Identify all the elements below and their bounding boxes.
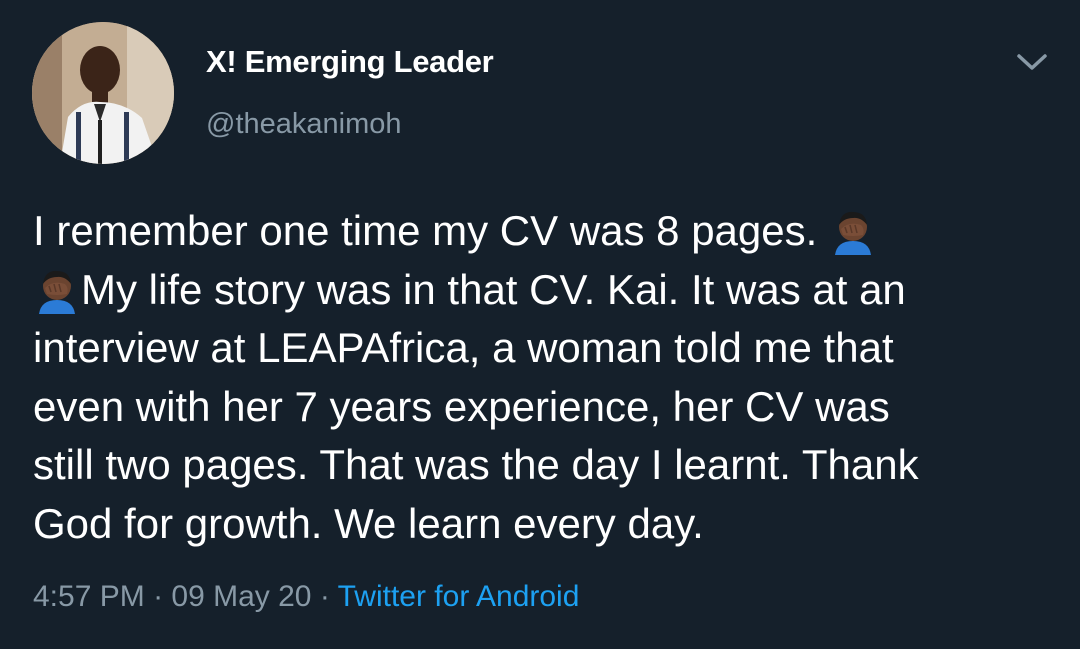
- avatar-photo: [32, 22, 174, 164]
- meta-separator: ·: [311, 580, 338, 613]
- tweet-text: I remember one time my CV was 8 pages. M…: [33, 202, 1063, 553]
- tweet-line-text: My life story was in that CV. Kai. It wa…: [81, 265, 906, 313]
- tweet-line-text: I remember one time my CV was 8 pages.: [33, 207, 829, 254]
- meta-separator: ·: [144, 580, 172, 613]
- tweet-line: My life story was in that CV. Kai. It wa…: [33, 261, 1063, 320]
- face-palm-emoji: [834, 211, 871, 255]
- tweet-line: God for growth. We learn every day.: [33, 499, 704, 547]
- display-name[interactable]: X! Emerging Leader: [206, 44, 494, 80]
- avatar[interactable]: [32, 22, 174, 164]
- tweet-time[interactable]: 4:57 PM: [33, 580, 145, 613]
- face-palm-emoji: [39, 270, 75, 314]
- user-handle[interactable]: @theakanimoh: [206, 108, 402, 141]
- tweet-line: I remember one time my CV was 8 pages.: [33, 202, 1063, 261]
- tweet-meta: 4:57 PM · 09 May 20 · Twitter for Androi…: [33, 580, 579, 614]
- tweet-line: still two pages. That was the day I lear…: [33, 441, 919, 488]
- tweet-line: even with her 7 years experience, her CV…: [33, 382, 890, 430]
- tweet-line: interview at LEAPAfrica, a woman told me…: [33, 324, 894, 371]
- tweet-source-link[interactable]: Twitter for Android: [338, 580, 580, 613]
- tweet-date[interactable]: 09 May 20: [171, 580, 311, 613]
- chevron-down-icon[interactable]: [1015, 50, 1049, 74]
